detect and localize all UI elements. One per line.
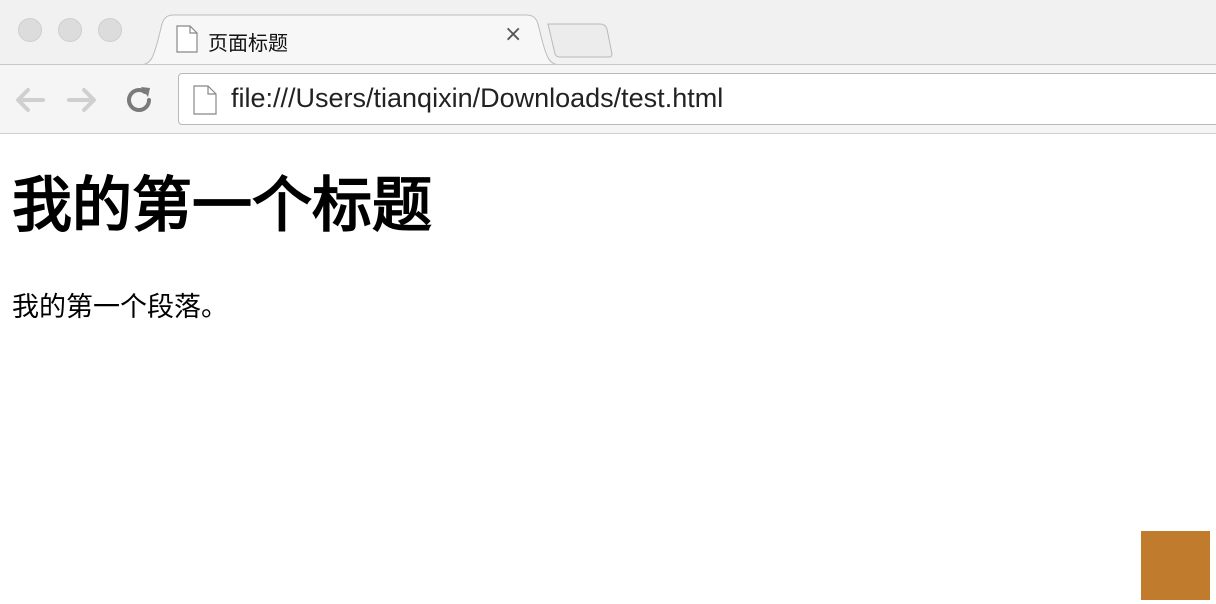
corner-color-block bbox=[1141, 531, 1210, 600]
close-icon[interactable]: × bbox=[504, 24, 522, 46]
window-minimize-button[interactable] bbox=[58, 18, 82, 42]
tab-title: 页面标题 bbox=[208, 31, 288, 55]
tab-active[interactable]: 页面标题 × bbox=[170, 22, 540, 60]
reload-icon bbox=[127, 87, 151, 112]
back-arrow-icon bbox=[16, 88, 45, 112]
document-icon bbox=[193, 85, 217, 119]
reload-button[interactable] bbox=[120, 81, 158, 119]
new-tab-button[interactable] bbox=[546, 22, 614, 58]
window-zoom-button[interactable] bbox=[98, 18, 122, 42]
browser-toolbar: file:///Users/tianqixin/Downloads/test.h… bbox=[0, 64, 1216, 134]
forward-arrow-icon bbox=[67, 88, 96, 112]
page-heading: 我的第一个标题 bbox=[12, 171, 432, 241]
forward-button[interactable] bbox=[64, 81, 102, 119]
address-bar[interactable]: file:///Users/tianqixin/Downloads/test.h… bbox=[178, 73, 1216, 125]
browser-title-bar: 页面标题 × bbox=[0, 0, 1216, 66]
back-button[interactable] bbox=[10, 81, 48, 119]
window-close-button[interactable] bbox=[18, 18, 42, 42]
page-paragraph: 我的第一个段落。 bbox=[12, 292, 228, 323]
address-bar-url[interactable]: file:///Users/tianqixin/Downloads/test.h… bbox=[231, 83, 723, 114]
document-icon bbox=[176, 25, 198, 57]
page-content: 我的第一个标题 我的第一个段落。 bbox=[0, 135, 1216, 604]
